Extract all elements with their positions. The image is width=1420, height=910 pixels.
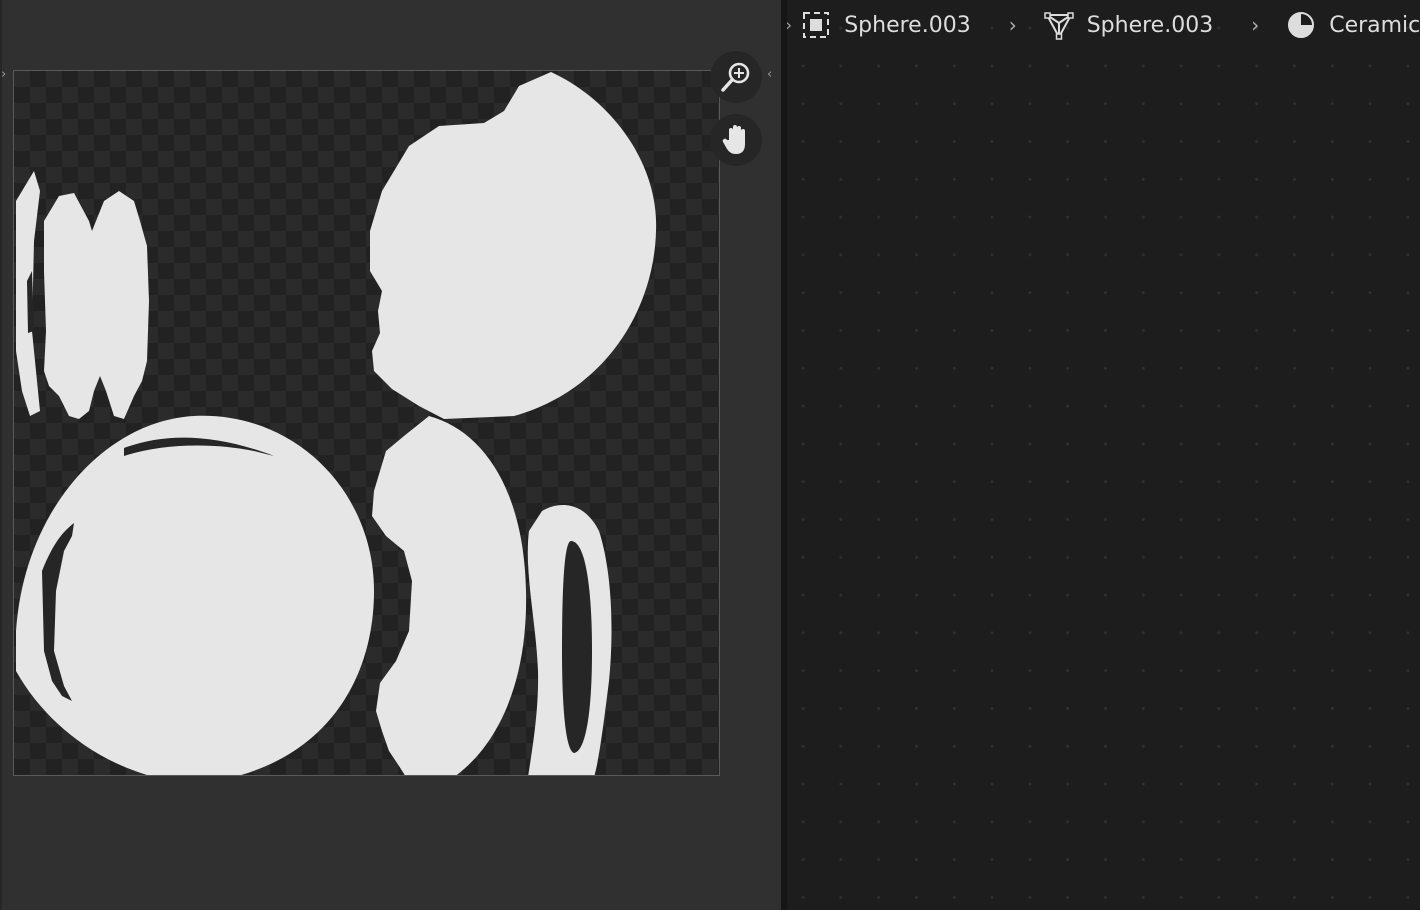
chevron-right-icon: › bbox=[1251, 13, 1260, 37]
zoom-button[interactable] bbox=[710, 51, 762, 103]
breadcrumb-material: Ceramic bbox=[1277, 9, 1420, 41]
breadcrumb-material-label: Ceramic bbox=[1329, 12, 1420, 38]
image-canvas[interactable] bbox=[13, 70, 720, 776]
uv-texture-image bbox=[16, 72, 657, 775]
pan-button[interactable] bbox=[710, 114, 762, 166]
uv-island-middle bbox=[372, 416, 527, 775]
shader-node-editor[interactable] bbox=[787, 0, 1420, 910]
image-editor-area[interactable]: › ‹ bbox=[0, 0, 781, 910]
sidebar-expand-chevron-icon[interactable]: ‹ bbox=[767, 66, 779, 84]
breadcrumb-object: Sphere.003 bbox=[792, 9, 971, 41]
breadcrumb-object-label: Sphere.003 bbox=[844, 12, 971, 38]
breadcrumb: › Sphere.003 › Sphere.003 › bbox=[787, 0, 1420, 50]
uv-island-left-body bbox=[44, 191, 149, 419]
uv-island-top bbox=[370, 72, 657, 419]
area-edge bbox=[0, 0, 2, 910]
zoom-in-icon bbox=[721, 62, 750, 92]
material-icon bbox=[1285, 9, 1317, 41]
breadcrumb-mesh-label: Sphere.003 bbox=[1086, 12, 1214, 38]
blender-window: › ‹ Sphere.003 › Sphere.003 › Ceramic bbox=[0, 0, 1420, 910]
hand-icon bbox=[722, 125, 745, 154]
breadcrumb-mesh: Sphere.003 bbox=[1035, 9, 1214, 41]
object-icon bbox=[800, 9, 832, 41]
uv-island-bottom-left bbox=[16, 415, 374, 775]
chevron-right-icon: › bbox=[1008, 13, 1017, 37]
toolbar-expand-chevron-icon[interactable]: › bbox=[1, 66, 13, 84]
mesh-icon bbox=[1043, 9, 1075, 41]
